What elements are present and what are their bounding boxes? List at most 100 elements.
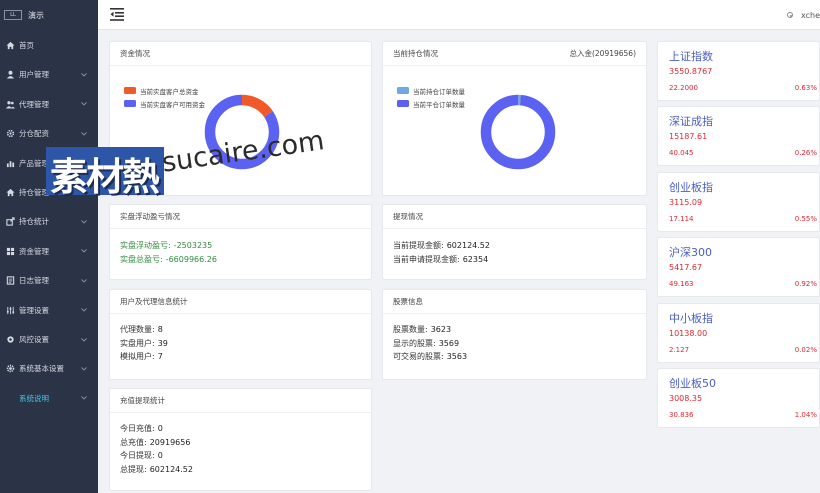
row-label: 模拟用户:: [120, 352, 155, 361]
index-card[interactable]: 上证指数 3550.8767 22.2000 0.63%: [657, 41, 820, 101]
index-change: 49.163: [669, 280, 694, 289]
sidebar-item[interactable]: 资金管理: [0, 237, 98, 266]
chevron-down-icon: [80, 367, 88, 371]
cog-icon: [4, 364, 16, 373]
sidebar-item[interactable]: 代理管理: [0, 90, 98, 119]
positions-card: 当前持仓情况 总入金(20919656) 当前持仓订单数量 当前平仓订单数量: [382, 41, 647, 196]
index-percent: 0.26%: [794, 149, 817, 158]
donut-slice[interactable]: [480, 94, 556, 170]
chevron-down-icon: [80, 73, 88, 77]
export-icon: [4, 217, 16, 227]
sidebar-item-label: 管理设置: [19, 305, 49, 315]
user-icon: [4, 70, 16, 79]
brand-logo: LL: [4, 10, 22, 20]
positions-legend-item-closed[interactable]: 当前平仓订单数量: [397, 97, 465, 110]
sidebar-item[interactable]: 首页: [0, 31, 98, 60]
row-label: 显示的股票:: [393, 338, 436, 348]
stock-count-row: 股票数量: 3623: [393, 323, 636, 337]
index-name: 深证成指: [669, 115, 713, 129]
sidebar-item-label: 资金管理: [19, 246, 49, 256]
row-label: 实盘总盈亏:: [120, 254, 163, 264]
index-card[interactable]: 创业板50 3008.35 30.836 1.04%: [657, 368, 820, 428]
grid-icon: [4, 247, 16, 256]
sidebar-item[interactable]: 用户管理: [0, 60, 98, 89]
sidebar-item-label: 代理管理: [19, 99, 49, 109]
total-deposit-label: 总入金(20919656): [569, 49, 636, 58]
requested-withdraw-value: 62354: [462, 254, 489, 264]
sidebar-item-label: 日志管理: [19, 276, 49, 286]
index-change: 22.2000: [669, 84, 698, 92]
row-label: 今日提现:: [120, 451, 155, 460]
positions-card-title: 当前持仓情况: [393, 49, 438, 58]
sidebar-item[interactable]: 分仓配资: [0, 119, 98, 148]
legend-swatch: [124, 100, 136, 107]
chevron-down-icon: [80, 249, 88, 253]
pnl-card-title: 实盘浮动盈亏情况: [120, 212, 180, 221]
brand[interactable]: LL 演示: [0, 0, 98, 30]
chevron-down-icon: [80, 396, 88, 400]
index-card[interactable]: 沪深300 5417.67 49.163 0.92%: [657, 237, 820, 298]
funds-card-title: 资金情况: [120, 49, 150, 58]
total-withdraw-value: 602124.52: [149, 464, 193, 474]
chevron-down-icon: [80, 278, 88, 283]
user-name: xche: [801, 10, 820, 20]
sidebar-item[interactable]: 风控设置: [0, 325, 98, 354]
stock-count-value: 3623: [430, 325, 452, 334]
user-status-icon: [787, 12, 794, 18]
index-name: 创业板指: [669, 180, 713, 194]
sidebar-item[interactable]: 管理设置: [0, 296, 98, 325]
row-label: 实盘用户:: [120, 338, 155, 348]
index-price: 10138.00: [669, 328, 708, 338]
demo-users-row: 模拟用户: 7: [120, 350, 361, 364]
settings-icon: [4, 335, 16, 344]
home-icon: [4, 41, 16, 50]
index-card[interactable]: 深证成指 15187.61 40.045 0.26%: [657, 106, 820, 167]
shown-stocks-value: 3569: [438, 338, 460, 348]
demo-users-value: 7: [157, 352, 163, 361]
menu-toggle-icon[interactable]: [110, 8, 124, 21]
row-label: 总充值:: [120, 437, 147, 447]
agent-count-value: 8: [157, 325, 163, 334]
withdraw-card: 提现情况 当前提现金额: 602124.52 当前申请提现金额: 62354: [382, 204, 647, 280]
index-price: 3115.09: [669, 197, 703, 207]
total-recharge-value: 20919656: [149, 437, 191, 447]
sidebar-item[interactable]: 日志管理: [0, 266, 98, 295]
legend-swatch: [397, 100, 409, 107]
index-price: 15187.61: [669, 132, 708, 142]
sliders-icon: [4, 306, 16, 315]
positions-legend-item-open[interactable]: 当前持仓订单数量: [397, 84, 465, 97]
funds-legend-item-total[interactable]: 当前实盘客户总资金: [124, 84, 205, 97]
stocks-card: 股票信息 股票数量: 3623 显示的股票: 3569 可交易的股票: 3563: [382, 289, 647, 380]
index-card[interactable]: 中小板指 10138.00 2.127 0.02%: [657, 302, 820, 363]
sidebar-item[interactable]: 持仓统计: [0, 207, 98, 236]
funds-legend-item-available[interactable]: 当前实盘客户可用资金: [124, 97, 205, 110]
positions-legend: 当前持仓订单数量 当前平仓订单数量: [397, 84, 465, 110]
legend-swatch: [397, 87, 409, 94]
user-menu[interactable]: xche: [787, 0, 820, 30]
index-card[interactable]: 创业板指 3115.09 17.114 0.55%: [657, 171, 820, 232]
real-users-value: 39: [157, 338, 168, 348]
total-pnl-value: -6609966.26: [165, 254, 217, 264]
chevron-down-icon: [80, 102, 88, 106]
watermark-logo: 素材熱: [50, 155, 160, 199]
real-users-row: 实盘用户: 39: [120, 337, 361, 351]
legend-label: 当前实盘客户可用资金: [140, 100, 205, 109]
legend-label: 当前持仓订单数量: [413, 87, 465, 96]
sidebar-item-label: 分仓配资: [19, 129, 49, 139]
sidebar-item[interactable]: 系统说明: [0, 384, 98, 413]
row-label: 代理数量:: [120, 325, 155, 334]
index-change: 17.114: [669, 214, 694, 223]
withdraw-card-title: 提现情况: [393, 212, 423, 221]
sidebar-item[interactable]: 系统基本设置: [0, 354, 98, 383]
positions-donut-chart[interactable]: [478, 92, 558, 172]
index-percent: 0.55%: [794, 214, 817, 223]
total-withdraw-row: 总提现: 602124.52: [120, 463, 361, 477]
chevron-down-icon: [80, 220, 88, 224]
index-price: 3550.8767: [669, 67, 713, 76]
sidebar-item-label: 首页: [19, 41, 34, 50]
chevron-down-icon: [80, 131, 88, 136]
home-icon: [4, 188, 16, 197]
row-label: 当前申请提现金额:: [393, 254, 460, 264]
legend-label: 当前实盘客户总资金: [140, 87, 199, 96]
floating-pnl-value: -2503235: [173, 241, 213, 250]
